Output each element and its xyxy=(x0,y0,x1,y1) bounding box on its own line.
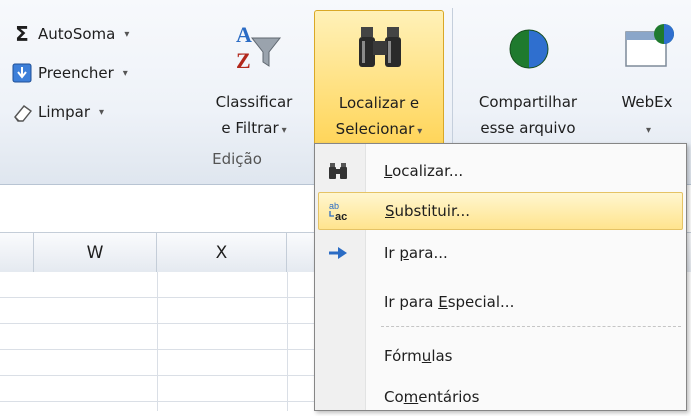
access-key: p xyxy=(399,244,409,262)
webex-icon xyxy=(624,22,674,76)
chevron-down-icon: ▾ xyxy=(99,106,105,118)
grid-line xyxy=(0,297,330,298)
menu-item-goto[interactable]: Ir para... xyxy=(318,234,683,272)
share-label-2: esse arquivo xyxy=(480,119,576,137)
label-part: ocalizar... xyxy=(392,162,464,180)
grid-line xyxy=(0,401,330,402)
menu-item-comments[interactable]: Comentários xyxy=(318,378,683,416)
autosum-label: AutoSoma xyxy=(38,25,116,43)
menu-item-label: Comentários xyxy=(384,388,479,406)
chevron-down-icon: ▾ xyxy=(417,126,423,137)
access-key: m xyxy=(403,388,419,406)
webex-button[interactable]: WebEx ▾ xyxy=(606,10,688,146)
svg-text:Z: Z xyxy=(236,48,251,73)
share-file-button[interactable]: Compartilhar esse arquivo xyxy=(462,10,594,146)
chevron-down-icon: ▾ xyxy=(281,125,287,136)
chevron-down-icon: ▾ xyxy=(645,125,652,136)
sigma-icon: Σ xyxy=(15,22,29,46)
menu-item-label: Localizar... xyxy=(384,162,463,180)
fill-label: Preencher xyxy=(38,64,114,82)
binoculars-icon xyxy=(357,23,403,77)
fill-down-icon xyxy=(12,63,32,83)
goto-arrow-icon xyxy=(318,246,358,260)
access-key: u xyxy=(421,347,432,365)
menu-item-label: Fórmulas xyxy=(384,347,453,365)
autosum-button[interactable]: Σ AutoSoma ▾ xyxy=(12,20,129,48)
webex-arrow-row: ▾ xyxy=(606,116,688,143)
sort-filter-label-1: Classificar xyxy=(215,93,293,111)
grid-line xyxy=(0,349,330,350)
sort-filter-button[interactable]: A Z Classificar e Filtrar ▾ xyxy=(198,10,310,146)
label-part: Co xyxy=(384,388,404,406)
grid-line xyxy=(157,272,158,411)
menu-item-goto-special[interactable]: Ir para Especial... xyxy=(318,283,683,321)
menu-separator xyxy=(381,326,681,327)
sort-filter-label-2-row: e Filtrar ▾ xyxy=(198,116,310,143)
find-select-label-1: Localizar e xyxy=(338,94,420,112)
find-select-dropdown-menu: Localizar... ab ac Substituir... Ir para.… xyxy=(314,143,687,411)
grid-line xyxy=(287,272,288,411)
clear-button[interactable]: Limpar ▾ xyxy=(12,98,104,126)
label-part: Ir para xyxy=(384,293,439,311)
menu-item-replace[interactable]: ab ac Substituir... xyxy=(318,192,683,230)
menu-item-find[interactable]: Localizar... xyxy=(318,152,683,190)
menu-item-formulas[interactable]: Fórmulas xyxy=(318,337,683,375)
column-header-stub xyxy=(0,233,34,273)
menu-item-label: Ir para Especial... xyxy=(384,293,514,311)
find-select-label-2: Selecionar xyxy=(335,120,415,138)
label-part: las xyxy=(431,347,453,365)
svg-text:A: A xyxy=(236,22,252,47)
label-part: ara... xyxy=(408,244,448,262)
chevron-down-icon: ▾ xyxy=(124,28,130,40)
webex-label: WebEx xyxy=(621,93,673,111)
share-label-1: Compartilhar xyxy=(478,93,578,111)
label-part: ubstituir... xyxy=(394,202,471,220)
svg-text:ac: ac xyxy=(335,211,347,222)
replace-icon: ab ac xyxy=(319,200,359,222)
access-key: E xyxy=(438,293,448,311)
access-key: S xyxy=(385,202,395,220)
chevron-down-icon: ▾ xyxy=(122,67,128,79)
grid-line xyxy=(0,375,330,376)
share-globe-icon xyxy=(508,28,550,74)
find-select-button[interactable]: Localizar e Selecionar ▾ xyxy=(314,10,444,146)
binoculars-icon xyxy=(318,162,358,180)
clear-label: Limpar xyxy=(38,103,91,121)
sort-filter-label-2: e Filtrar xyxy=(221,119,279,137)
column-header-x[interactable]: X xyxy=(157,233,287,273)
label-part: entários xyxy=(418,388,480,406)
menu-item-label: Ir para... xyxy=(384,244,448,262)
label-part: special... xyxy=(447,293,515,311)
fill-button[interactable]: Preencher ▾ xyxy=(12,59,128,87)
label-part: Fórm xyxy=(384,347,422,365)
grid-line xyxy=(0,323,330,324)
group-label-editing: Edição xyxy=(212,150,262,168)
access-key: L xyxy=(384,162,393,180)
column-header-w[interactable]: W xyxy=(34,233,157,273)
label-part: Ir xyxy=(384,244,400,262)
sort-filter-icon: A Z xyxy=(232,20,282,80)
eraser-icon xyxy=(12,102,32,122)
menu-item-label: Substituir... xyxy=(385,202,470,220)
svg-text:ab: ab xyxy=(329,201,339,211)
find-select-label-2-row: Selecionar ▾ xyxy=(315,117,443,144)
